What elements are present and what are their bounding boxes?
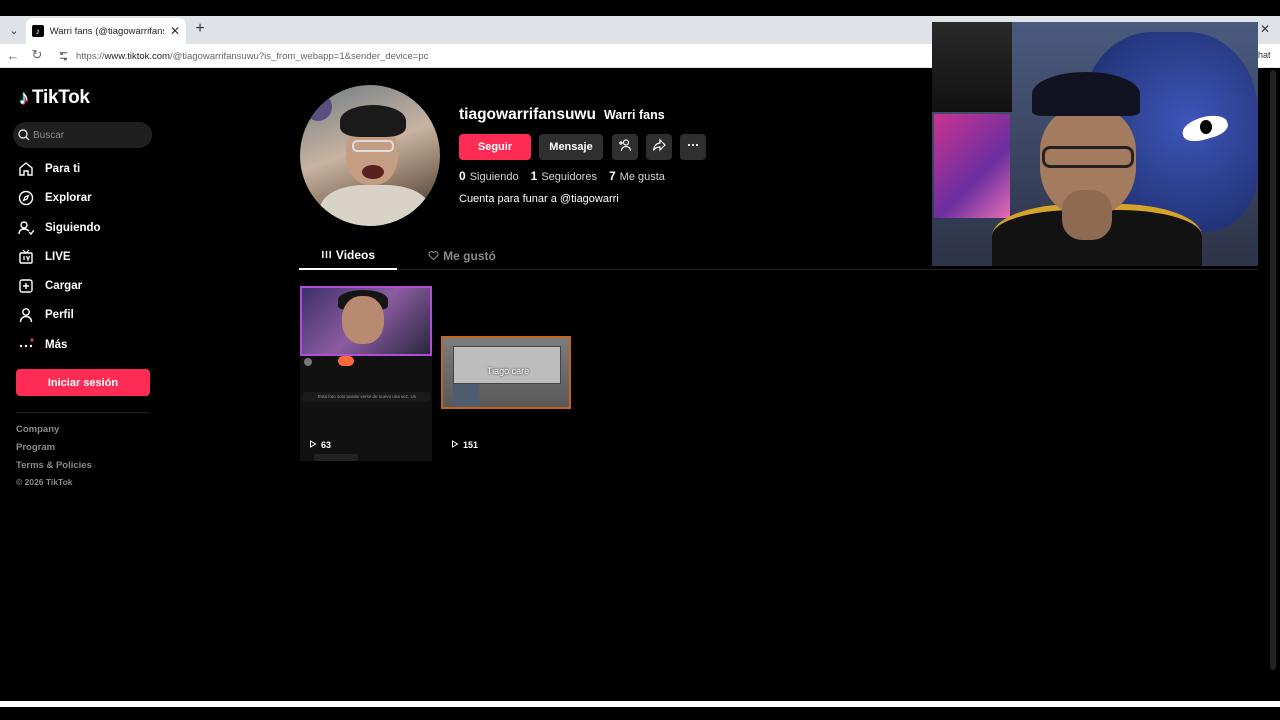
- profile-icon: [17, 306, 35, 324]
- followers-count: 1: [530, 169, 538, 183]
- compass-icon: [17, 189, 35, 207]
- screen-bottom-border: [0, 701, 1280, 707]
- likes-count: 7: [608, 169, 616, 183]
- streamer-webcam-overlay: [932, 22, 1258, 266]
- message-button[interactable]: Mensaje: [539, 134, 603, 160]
- search-box[interactable]: [13, 122, 152, 148]
- tab-close-icon[interactable]: ✕: [170, 24, 180, 38]
- site-info-icon[interactable]: [58, 50, 70, 62]
- share-button[interactable]: [646, 134, 672, 160]
- video-subtitle-text: Esta foto solo puede verse de nuevo una …: [302, 392, 430, 402]
- grid-icon: [321, 249, 332, 260]
- tab-list-chevron-icon[interactable]: ⌄: [4, 20, 24, 40]
- play-icon: [451, 440, 459, 450]
- tiktok-note-icon: ♪: [19, 86, 29, 109]
- search-icon: [17, 128, 31, 142]
- profile-nickname: Warri fans: [604, 108, 665, 122]
- add-friend-button[interactable]: [612, 134, 638, 160]
- video-views: 63: [309, 440, 331, 450]
- sidebar-item-para-ti[interactable]: Para ti: [17, 158, 80, 180]
- tiktok-favicon-icon: ♪: [32, 25, 44, 37]
- tab-liked[interactable]: Me gustó: [413, 241, 511, 270]
- sidebar-item-mas[interactable]: Más: [17, 334, 67, 356]
- add-user-icon: [618, 138, 632, 157]
- heart-lock-icon: [428, 250, 439, 261]
- reload-icon[interactable]: ↻: [28, 46, 46, 64]
- video-card[interactable]: Tiago care 151: [440, 286, 572, 461]
- sidebar-item-cargar[interactable]: Cargar: [17, 275, 82, 297]
- play-icon: [309, 440, 317, 450]
- tiktok-logo[interactable]: ♪ TikTok: [19, 87, 90, 109]
- screen-top-border: [0, 0, 1280, 16]
- footer-link-terms[interactable]: Terms & Policies: [16, 460, 92, 471]
- copyright: © 2026 TikTok: [16, 477, 73, 487]
- window-close-icon[interactable]: ✕: [1260, 22, 1270, 36]
- search-input[interactable]: [33, 129, 143, 141]
- video-thumbnail: [300, 286, 432, 356]
- more-options-button[interactable]: [680, 134, 706, 160]
- following-icon: [17, 219, 35, 237]
- following-label[interactable]: Siguiendo: [470, 171, 519, 183]
- following-count: 0: [459, 169, 466, 183]
- url-text: https://www.tiktok.com/@tiagowarrifansuw…: [76, 50, 429, 62]
- tab-videos[interactable]: Videos: [299, 241, 397, 270]
- live-icon: [17, 248, 35, 266]
- profile-bio: Cuenta para funar a @tiagowarri: [459, 193, 619, 205]
- profile-avatar[interactable]: [300, 85, 440, 226]
- browser-tab[interactable]: ♪ Warri fans (@tiagowarrifansuwu) | ✕: [26, 18, 186, 44]
- follow-button[interactable]: Seguir: [459, 134, 531, 160]
- footer-link-company[interactable]: Company: [16, 424, 59, 435]
- video-views: 151: [451, 440, 478, 450]
- sidebar-item-live[interactable]: LIVE: [17, 246, 71, 268]
- video-card[interactable]: Esta foto solo puede verse de nuevo una …: [300, 286, 432, 461]
- profile-username: tiagowarrifansuwu: [459, 106, 596, 123]
- new-tab-button[interactable]: +: [192, 20, 208, 38]
- back-icon[interactable]: ←: [4, 46, 22, 64]
- address-bar[interactable]: https://www.tiktok.com/@tiagowarrifansuw…: [54, 46, 934, 66]
- profile-stats: 0 Siguiendo 1 Seguidores 7 Me gusta: [459, 169, 677, 183]
- sidebar-divider: [16, 412, 150, 413]
- upload-icon: [17, 277, 35, 295]
- followers-label[interactable]: Seguidores: [541, 171, 597, 183]
- tab-title: Warri fans (@tiagowarrifansuwu) |: [49, 25, 164, 37]
- sidebar-item-perfil[interactable]: Perfil: [17, 304, 74, 326]
- sidebar-item-siguiendo[interactable]: Siguiendo: [17, 217, 101, 239]
- likes-label: Me gusta: [619, 171, 665, 183]
- login-button[interactable]: Iniciar sesión: [16, 369, 150, 396]
- toolbar-chat-label: hat: [1258, 50, 1271, 60]
- home-icon: [17, 160, 35, 178]
- video-thumbnail: Tiago care: [441, 336, 571, 409]
- more-icon: [17, 336, 35, 354]
- share-icon: [652, 138, 666, 157]
- video-caption: Tiago care: [486, 366, 530, 376]
- footer-link-program[interactable]: Program: [16, 442, 55, 453]
- sidebar-item-explorar[interactable]: Explorar: [17, 187, 92, 209]
- ellipsis-icon: [686, 138, 700, 157]
- page-scrollbar[interactable]: [1270, 70, 1276, 670]
